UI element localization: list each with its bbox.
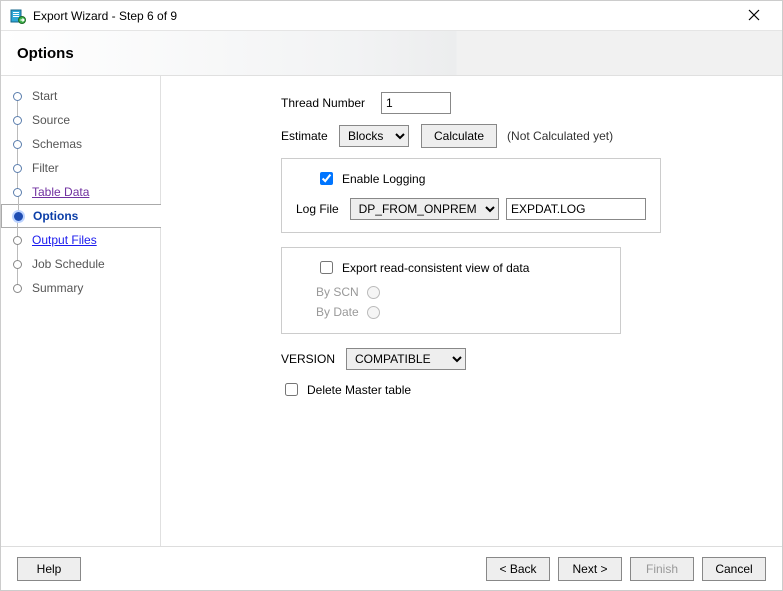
log-file-label: Log File bbox=[296, 202, 350, 216]
version-label: VERSION bbox=[281, 352, 346, 366]
step-label: Schemas bbox=[32, 137, 82, 151]
enable-logging-label: Enable Logging bbox=[342, 172, 425, 186]
cancel-button[interactable]: Cancel bbox=[702, 557, 766, 581]
delete-master-checkbox[interactable] bbox=[285, 383, 298, 396]
calculate-button[interactable]: Calculate bbox=[421, 124, 497, 148]
step-node-icon bbox=[13, 260, 22, 269]
by-date-radio bbox=[367, 306, 380, 319]
log-file-name-input[interactable] bbox=[506, 198, 646, 220]
step-node-icon bbox=[13, 164, 22, 173]
step-label: Source bbox=[32, 113, 70, 127]
page-header: Options bbox=[1, 31, 782, 75]
step-node-icon bbox=[13, 140, 22, 149]
by-date-row: By Date bbox=[316, 305, 606, 319]
step-label: Options bbox=[33, 209, 78, 223]
step-node-icon bbox=[14, 212, 23, 221]
step-options: Options bbox=[1, 204, 161, 228]
step-label: Job Schedule bbox=[32, 257, 105, 271]
by-scn-label: By SCN bbox=[316, 285, 359, 299]
back-button[interactable]: < Back bbox=[486, 557, 550, 581]
step-label: Output Files bbox=[32, 233, 97, 247]
step-schemas: Schemas bbox=[1, 132, 160, 156]
by-scn-row: By SCN bbox=[316, 285, 606, 299]
step-job-schedule: Job Schedule bbox=[1, 252, 160, 276]
estimate-label: Estimate bbox=[281, 129, 339, 143]
calculate-hint: (Not Calculated yet) bbox=[507, 129, 613, 143]
page-title: Options bbox=[17, 45, 74, 62]
logging-group: Enable Logging Log File DP_FROM_ONPREM bbox=[281, 158, 661, 233]
delete-master-label: Delete Master table bbox=[307, 383, 411, 397]
enable-logging-checkbox[interactable] bbox=[320, 172, 333, 185]
step-node-icon bbox=[13, 236, 22, 245]
log-file-directory-select[interactable]: DP_FROM_ONPREM bbox=[350, 198, 499, 220]
export-consistent-checkbox[interactable] bbox=[320, 261, 333, 274]
thread-number-input[interactable] bbox=[381, 92, 451, 114]
wizard-steps-sidebar: Start Source Schemas Filter Table Data bbox=[1, 76, 161, 546]
step-label: Filter bbox=[32, 161, 59, 175]
step-node-icon bbox=[13, 92, 22, 101]
step-source: Source bbox=[1, 108, 160, 132]
export-wizard-window: Export Wizard - Step 6 of 9 Options Star… bbox=[0, 0, 783, 591]
help-button[interactable]: Help bbox=[17, 557, 81, 581]
close-icon bbox=[748, 9, 760, 21]
step-start: Start bbox=[1, 84, 160, 108]
step-summary: Summary bbox=[1, 276, 160, 300]
close-button[interactable] bbox=[734, 8, 774, 24]
options-panel: Thread Number Estimate Blocks Calculate … bbox=[161, 76, 782, 546]
step-table-data[interactable]: Table Data bbox=[1, 180, 160, 204]
version-select[interactable]: COMPATIBLE bbox=[346, 348, 466, 370]
step-label: Table Data bbox=[32, 185, 89, 199]
step-node-icon bbox=[13, 116, 22, 125]
titlebar: Export Wizard - Step 6 of 9 bbox=[1, 1, 782, 31]
export-icon bbox=[9, 7, 27, 25]
estimate-select[interactable]: Blocks bbox=[339, 125, 409, 147]
wizard-footer: Help < Back Next > Finish Cancel bbox=[1, 546, 782, 590]
flashback-group: Export read-consistent view of data By S… bbox=[281, 247, 621, 334]
next-button[interactable]: Next > bbox=[558, 557, 622, 581]
export-consistent-label: Export read-consistent view of data bbox=[342, 261, 529, 275]
body: Start Source Schemas Filter Table Data bbox=[1, 75, 782, 546]
step-label: Start bbox=[32, 89, 57, 103]
step-output-files[interactable]: Output Files bbox=[1, 228, 160, 252]
finish-button: Finish bbox=[630, 557, 694, 581]
window-title: Export Wizard - Step 6 of 9 bbox=[33, 9, 734, 23]
thread-number-label: Thread Number bbox=[281, 96, 381, 110]
step-node-icon bbox=[13, 188, 22, 197]
step-node-icon bbox=[13, 284, 22, 293]
step-label: Summary bbox=[32, 281, 83, 295]
by-date-label: By Date bbox=[316, 305, 359, 319]
step-filter: Filter bbox=[1, 156, 160, 180]
by-scn-radio bbox=[367, 286, 380, 299]
